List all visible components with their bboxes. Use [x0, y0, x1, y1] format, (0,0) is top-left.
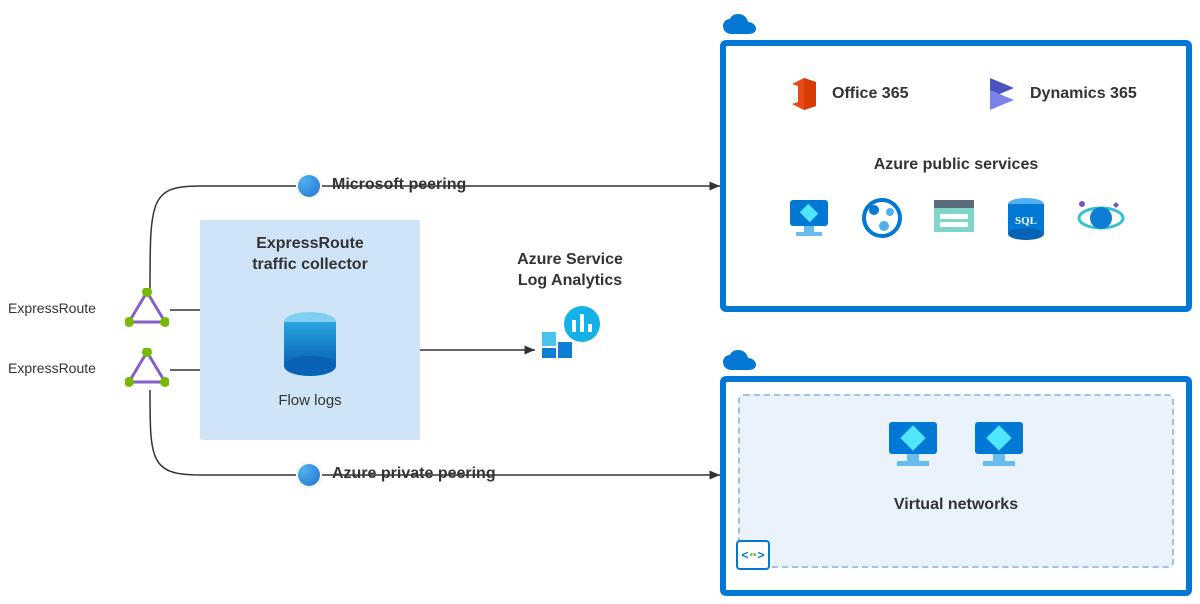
service-icon-row: SQL — [726, 196, 1186, 244]
dynamics365-icon — [986, 76, 1020, 112]
svg-text:SQL: SQL — [1015, 215, 1037, 227]
cloud-icon — [720, 350, 760, 376]
microsoft-peering-label: Microsoft peering — [332, 176, 466, 194]
cloud-icon — [720, 14, 760, 40]
virtual-networks-cloud: < •• > Virtual networks — [720, 376, 1192, 596]
log-analytics-icon — [540, 302, 600, 358]
log-analytics-title-1: Azure Service — [517, 251, 623, 268]
log-analytics-block: Azure Service Log Analytics — [490, 250, 650, 363]
expressroute-circuit-1: ExpressRoute — [8, 300, 96, 318]
azure-private-peering-label: Azure private peering — [332, 465, 496, 483]
collector-title-line2: traffic collector — [252, 256, 368, 273]
flow-logs-label: Flow logs — [278, 392, 341, 409]
expressroute-label-2: ExpressRoute — [8, 360, 96, 376]
cosmos-db-icon — [1076, 196, 1126, 240]
office365-block: Office 365 — [786, 76, 908, 112]
flow-logs-barrel-icon — [280, 310, 340, 382]
office365-label: Office 365 — [832, 85, 908, 103]
vnet-badge-icon: < •• > — [736, 540, 770, 570]
expressroute-label-1: ExpressRoute — [8, 300, 96, 316]
web-app-icon — [860, 196, 904, 240]
expressroute-icon-2 — [125, 348, 169, 388]
virtual-networks-heading: Virtual networks — [740, 496, 1172, 514]
public-services-cloud: Office 365 Dynamics 365 Azure public ser… — [720, 40, 1192, 312]
expressroute-circuit-2: ExpressRoute — [8, 360, 96, 378]
office365-icon — [786, 76, 822, 112]
sql-database-icon: SQL — [1004, 196, 1048, 244]
virtual-machine-icon — [885, 418, 941, 470]
collector-title-line1: ExpressRoute — [256, 235, 364, 252]
globe-icon — [296, 173, 322, 199]
azure-public-services-heading: Azure public services — [726, 156, 1186, 174]
expressroute-icon-1 — [125, 288, 169, 328]
storage-icon — [932, 196, 976, 236]
virtual-machine-icon — [971, 418, 1027, 470]
log-analytics-title-2: Log Analytics — [518, 272, 622, 289]
dynamics365-label: Dynamics 365 — [1030, 85, 1137, 103]
dynamics365-block: Dynamics 365 — [986, 76, 1137, 112]
virtual-machine-icon — [786, 196, 832, 240]
traffic-collector-box: ExpressRoute traffic collector Flow logs — [200, 220, 420, 440]
globe-icon — [296, 462, 322, 488]
